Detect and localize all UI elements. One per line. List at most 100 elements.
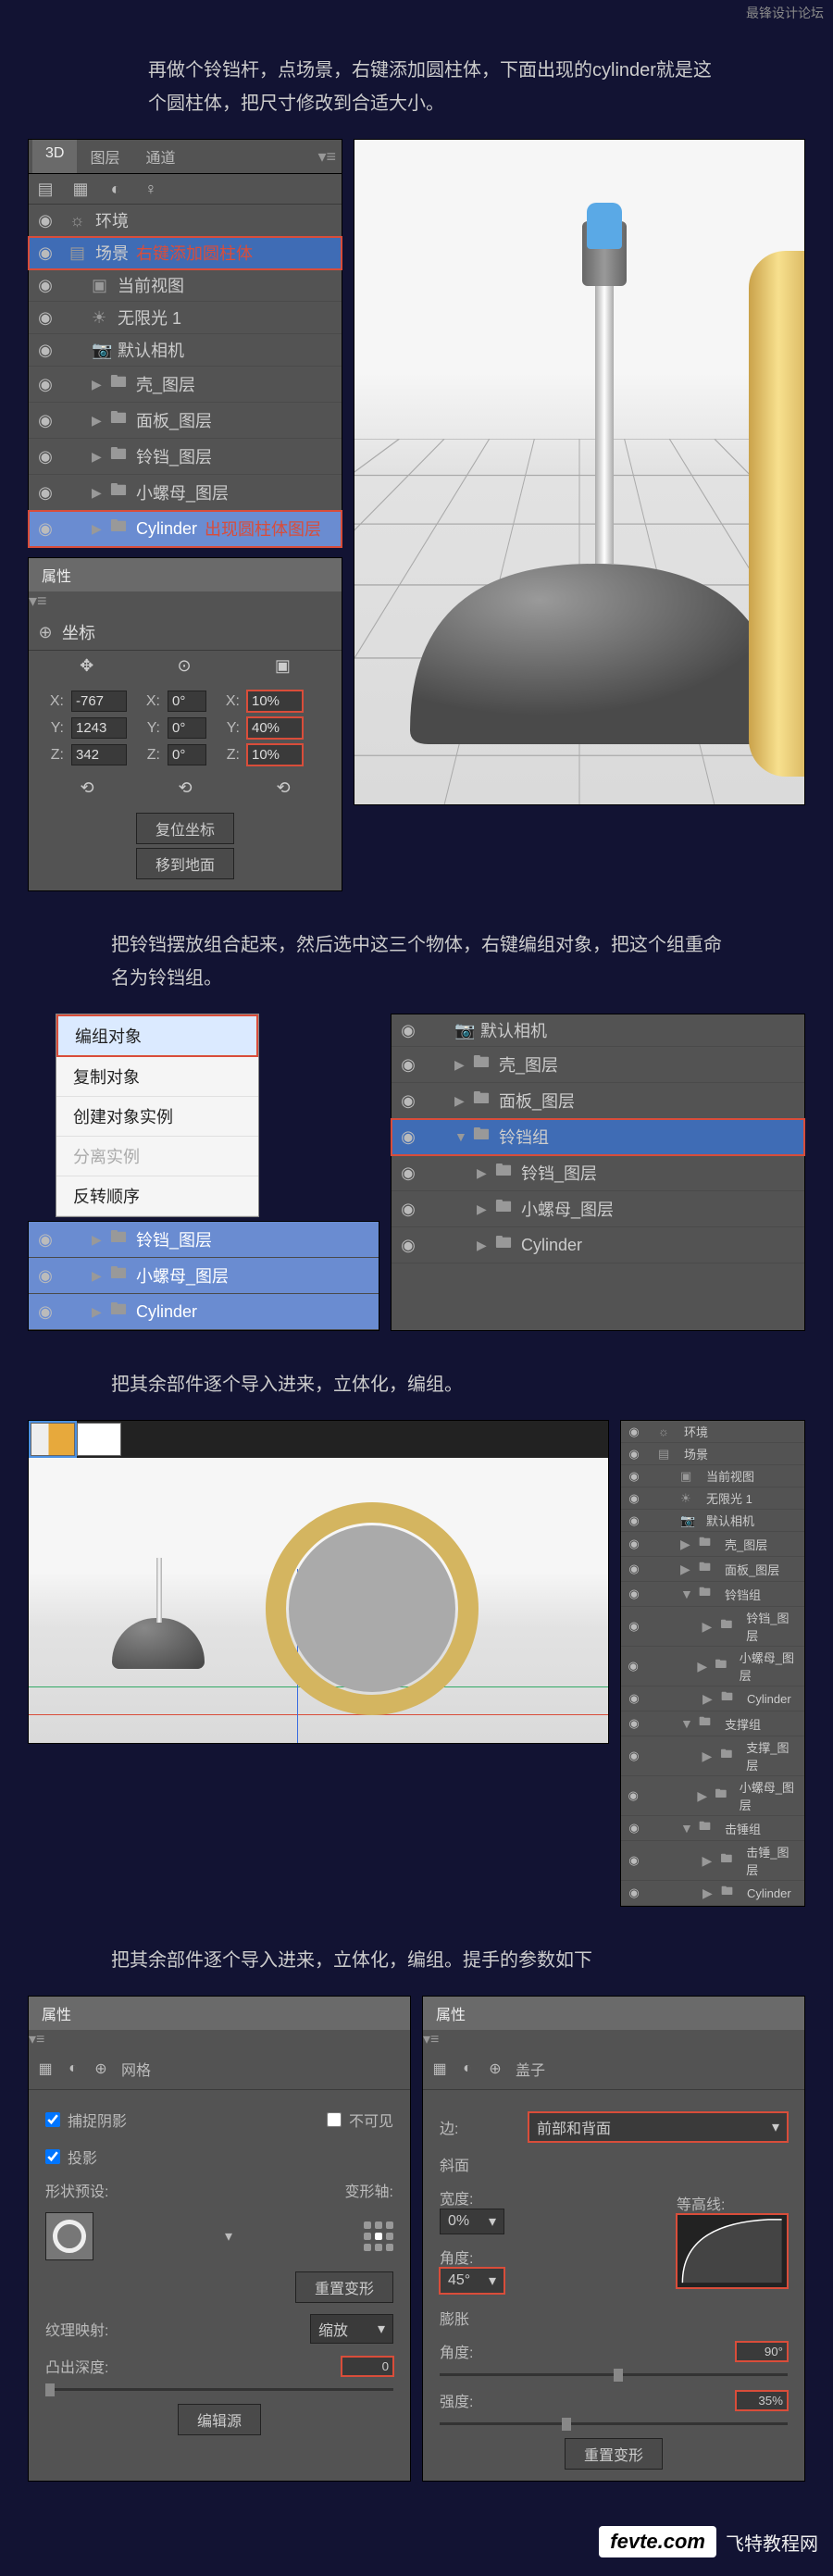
tree-row[interactable]: ◉▼🖿铃铛组	[392, 1119, 804, 1155]
edit-source-button[interactable]: 编辑源	[178, 2404, 261, 2435]
visibility-icon[interactable]: ◉	[625, 1691, 643, 1706]
visibility-icon[interactable]: ◉	[399, 1127, 417, 1147]
width-select[interactable]: 0%▾	[440, 2209, 504, 2234]
visibility-icon[interactable]: ◉	[625, 1716, 643, 1731]
tree-row[interactable]: ◉▶🖿铃铛_图层	[29, 439, 342, 475]
visibility-icon[interactable]: ◉	[36, 375, 55, 394]
menu-group-objects[interactable]: 编组对象	[56, 1014, 258, 1057]
tree-row[interactable]: ◉▶🖿小螺母_图层	[621, 1647, 804, 1686]
coord-icon[interactable]: ⊕	[38, 625, 53, 640]
expand-arrow-icon[interactable]: ▼	[680, 1587, 691, 1601]
thumb-2[interactable]	[77, 1423, 121, 1456]
expand-arrow-icon[interactable]: ▶	[92, 413, 103, 429]
expand-arrow-icon[interactable]: ▶	[92, 1232, 103, 1248]
props-menu-left[interactable]: ▾≡	[29, 2030, 410, 2048]
shape-preset-thumb[interactable]	[45, 2212, 93, 2260]
mat-icon[interactable]: ◐	[66, 2061, 81, 2076]
tree-row[interactable]: ◉▶🖿小螺母_图层	[392, 1191, 804, 1227]
tree-row[interactable]: ◉▤场景 右键添加圆柱体	[29, 237, 342, 269]
edge-select[interactable]: 前部和背面▾	[528, 2112, 788, 2142]
tree-row[interactable]: ◉▶🖿壳_图层	[29, 367, 342, 403]
filter-light-icon[interactable]: ♀	[143, 181, 158, 196]
filter-all-icon[interactable]: ▤	[38, 181, 53, 196]
coord-input[interactable]	[71, 744, 127, 765]
visibility-icon[interactable]: ◉	[625, 1788, 641, 1803]
tab-channels[interactable]: 通道	[132, 140, 188, 173]
properties-tab[interactable]: 属性	[29, 558, 342, 591]
inflate-angle-input[interactable]	[736, 2342, 788, 2361]
expand-arrow-icon[interactable]: ▶	[92, 1304, 103, 1320]
reset-deform-button-r[interactable]: 重置变形	[565, 2438, 663, 2470]
tree-row[interactable]: ◉▶🖿面板_图层	[392, 1083, 804, 1119]
visibility-icon[interactable]: ◉	[36, 308, 55, 328]
visibility-icon[interactable]: ◉	[625, 1748, 643, 1763]
tree-row[interactable]: ◉▶🖿Cylinder	[621, 1881, 804, 1906]
viewport-with-thumbs[interactable]	[28, 1420, 609, 1744]
mesh-icon-r[interactable]: ▦	[432, 2061, 447, 2076]
invisible-check[interactable]: 不可见	[327, 2109, 393, 2131]
coord-input[interactable]	[247, 744, 303, 765]
tree-row[interactable]: ◉☀无限光 1	[29, 302, 342, 334]
tree-row[interactable]: ◉▶🖿壳_图层	[621, 1532, 804, 1557]
tree-row[interactable]: ◉☼环境	[29, 205, 342, 237]
reset-scale-icon[interactable]: ⟲	[276, 778, 290, 798]
visibility-icon[interactable]: ◉	[625, 1619, 643, 1634]
tab-layers[interactable]: 图层	[77, 140, 132, 173]
expand-arrow-icon[interactable]: ▶	[92, 1268, 103, 1284]
strength-slider[interactable]	[440, 2422, 788, 2425]
visibility-icon[interactable]: ◉	[625, 1537, 643, 1551]
extrude-input[interactable]	[342, 2357, 393, 2376]
visibility-icon[interactable]: ◉	[36, 1230, 55, 1250]
tree-row[interactable]: ◉▼🖿击锤组	[621, 1816, 804, 1841]
visibility-icon[interactable]: ◉	[625, 1469, 643, 1484]
expand-arrow-icon[interactable]: ▶	[702, 1885, 714, 1901]
expand-arrow-icon[interactable]: ▶	[477, 1201, 488, 1217]
tree-row[interactable]: ◉▤场景	[621, 1443, 804, 1465]
visibility-icon[interactable]: ◉	[36, 447, 55, 467]
visibility-icon[interactable]: ◉	[36, 211, 55, 230]
visibility-icon[interactable]: ◉	[36, 243, 55, 263]
thumb-1[interactable]	[31, 1423, 75, 1456]
tree-row[interactable]: ◉▶🖿Cylinder	[29, 1294, 379, 1330]
tab-3d[interactable]: 3D	[32, 140, 77, 173]
coord-input[interactable]	[71, 717, 127, 739]
expand-arrow-icon[interactable]: ▼	[680, 1716, 691, 1731]
visibility-icon[interactable]: ◉	[36, 341, 55, 360]
rotate-icon[interactable]: ⊙	[177, 656, 191, 676]
reset-pos-icon[interactable]: ⟲	[80, 778, 93, 798]
strength-input[interactable]	[736, 2391, 788, 2410]
coord-input[interactable]	[71, 691, 127, 712]
tree-row[interactable]: ◉▶🖿支撑_图层	[621, 1736, 804, 1776]
expand-arrow-icon[interactable]: ▶	[702, 1748, 713, 1764]
tree-row[interactable]: ◉▶🖿Cylinder 出现圆柱体图层	[29, 511, 342, 547]
tree-row[interactable]: ◉▶🖿铃铛_图层	[392, 1155, 804, 1191]
tree-row[interactable]: ◉▶🖿小螺母_图层	[29, 1258, 379, 1294]
expand-arrow-icon[interactable]: ▶	[702, 1619, 713, 1635]
expand-arrow-icon[interactable]: ▶	[702, 1691, 714, 1707]
tree-row[interactable]: ◉☼环境	[621, 1421, 804, 1443]
capture-shadow-check[interactable]: 捕捉阴影	[45, 2109, 127, 2131]
visibility-icon[interactable]: ◉	[625, 1853, 643, 1868]
prop-menu-icon[interactable]: ▾≡	[29, 591, 342, 611]
move-to-ground-button[interactable]: 移到地面	[136, 848, 234, 879]
visibility-icon[interactable]: ◉	[399, 1236, 417, 1255]
tree-row[interactable]: ◉▶🖿Cylinder	[621, 1686, 804, 1711]
inflate-angle-slider[interactable]	[440, 2373, 788, 2376]
tree-row[interactable]: ◉▣当前视图	[621, 1465, 804, 1487]
expand-arrow-icon[interactable]: ▶	[680, 1562, 691, 1577]
visibility-icon[interactable]: ◉	[625, 1447, 643, 1462]
visibility-icon[interactable]: ◉	[399, 1055, 417, 1075]
deform-axis-picker[interactable]	[364, 2221, 393, 2251]
visibility-icon[interactable]: ◉	[625, 1821, 643, 1836]
expand-arrow-icon[interactable]: ▶	[92, 485, 103, 501]
menu-duplicate[interactable]: 复制对象	[56, 1057, 258, 1097]
tree-row[interactable]: ◉▶🖿壳_图层	[392, 1047, 804, 1083]
visibility-icon[interactable]: ◉	[36, 411, 55, 430]
expand-arrow-icon[interactable]: ▼	[680, 1821, 691, 1836]
mat-icon-r[interactable]: ◐	[460, 2061, 475, 2076]
scale-icon[interactable]: ▣	[275, 656, 291, 676]
expand-arrow-icon[interactable]: ▶	[92, 521, 103, 537]
tree-row[interactable]: ◉▶🖿铃铛_图层	[29, 1222, 379, 1258]
tree-row[interactable]: ◉▣当前视图	[29, 269, 342, 302]
visibility-icon[interactable]: ◉	[36, 1302, 55, 1322]
